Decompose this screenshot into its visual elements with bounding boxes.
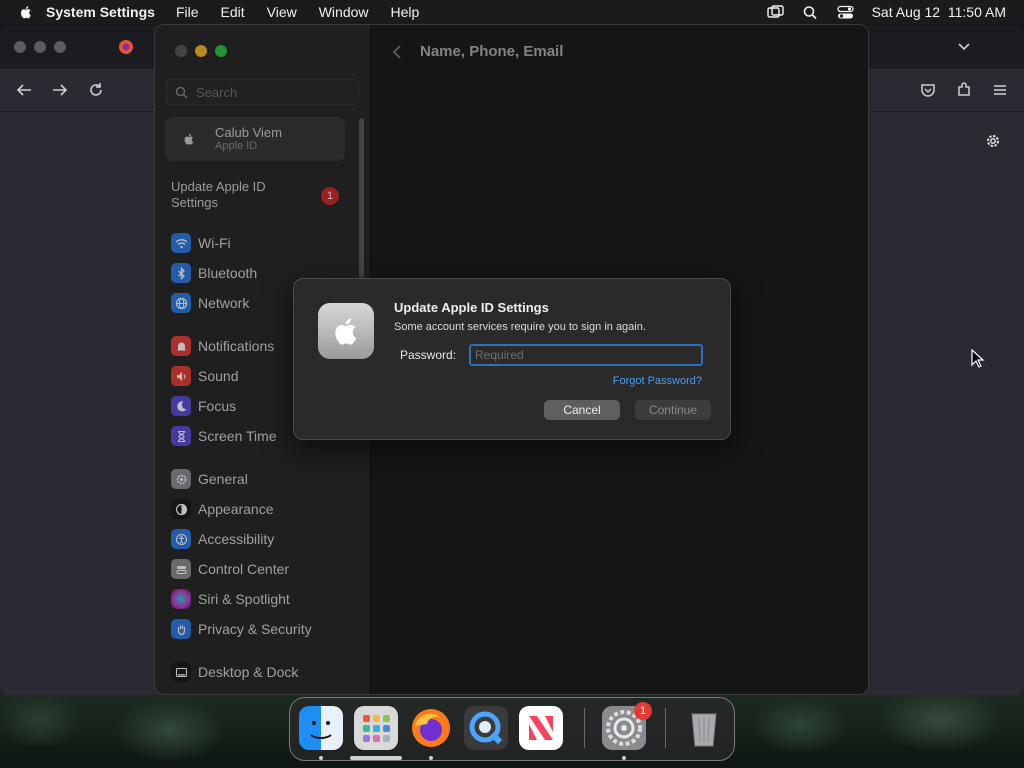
menu-app-name[interactable]: System Settings bbox=[46, 4, 155, 20]
screen-mirroring-icon[interactable] bbox=[766, 4, 784, 20]
cancel-button[interactable]: Cancel bbox=[544, 400, 620, 420]
browser-close-light[interactable] bbox=[14, 41, 26, 53]
menu-bar: System Settings File Edit View Window He… bbox=[0, 0, 1024, 24]
dock-scroll-indicator bbox=[350, 756, 402, 760]
settings-dock-badge: 1 bbox=[634, 702, 652, 720]
continue-button[interactable]: Continue bbox=[635, 400, 711, 420]
mouse-cursor-icon bbox=[971, 349, 985, 368]
firefox-icon[interactable] bbox=[409, 706, 453, 750]
apple-menu-icon[interactable] bbox=[18, 4, 34, 20]
password-label: Password: bbox=[400, 348, 457, 362]
dialog-message: Some account services require you to sig… bbox=[394, 321, 646, 333]
pocket-icon[interactable] bbox=[919, 81, 937, 99]
quicktime-icon[interactable] bbox=[464, 706, 508, 750]
menu-clock[interactable]: Sat Aug 12 11:50 AM bbox=[872, 4, 1006, 20]
finder-running-dot bbox=[319, 756, 323, 760]
menu-edit[interactable]: Edit bbox=[221, 4, 245, 20]
menu-window[interactable]: Window bbox=[319, 4, 369, 20]
launchpad-icon[interactable] bbox=[354, 706, 398, 750]
forward-arrow-icon[interactable] bbox=[51, 81, 69, 99]
spotlight-search-icon[interactable] bbox=[802, 5, 819, 20]
menu-file[interactable]: File bbox=[176, 4, 199, 20]
news-icon[interactable] bbox=[519, 706, 563, 750]
finder-icon[interactable] bbox=[299, 706, 343, 750]
dock-separator bbox=[584, 708, 585, 748]
firefox-running-dot bbox=[429, 756, 433, 760]
forgot-password-link[interactable]: Forgot Password? bbox=[613, 375, 702, 387]
hamburger-menu-icon[interactable] bbox=[991, 81, 1009, 99]
control-center-icon[interactable] bbox=[836, 5, 854, 20]
menu-view[interactable]: View bbox=[267, 4, 297, 20]
sign-in-dialog: Update Apple ID Settings Some account se… bbox=[293, 278, 731, 440]
dialog-title: Update Apple ID Settings bbox=[394, 300, 549, 315]
tab-list-chevron-icon[interactable] bbox=[955, 38, 973, 56]
password-field[interactable] bbox=[469, 344, 703, 366]
reload-icon[interactable] bbox=[87, 81, 105, 99]
extensions-icon[interactable] bbox=[955, 81, 973, 99]
back-arrow-icon[interactable] bbox=[15, 81, 33, 99]
dock-separator bbox=[665, 708, 666, 748]
settings-running-dot bbox=[622, 756, 626, 760]
firefox-tab-icon[interactable] bbox=[117, 38, 135, 56]
gear-icon[interactable] bbox=[984, 132, 1002, 150]
browser-minimize-light[interactable] bbox=[34, 41, 46, 53]
browser-zoom-light[interactable] bbox=[54, 41, 66, 53]
apple-logo-icon bbox=[318, 303, 374, 359]
dock: 1 bbox=[289, 697, 735, 761]
menu-help[interactable]: Help bbox=[391, 4, 420, 20]
trash-icon[interactable] bbox=[682, 706, 726, 750]
